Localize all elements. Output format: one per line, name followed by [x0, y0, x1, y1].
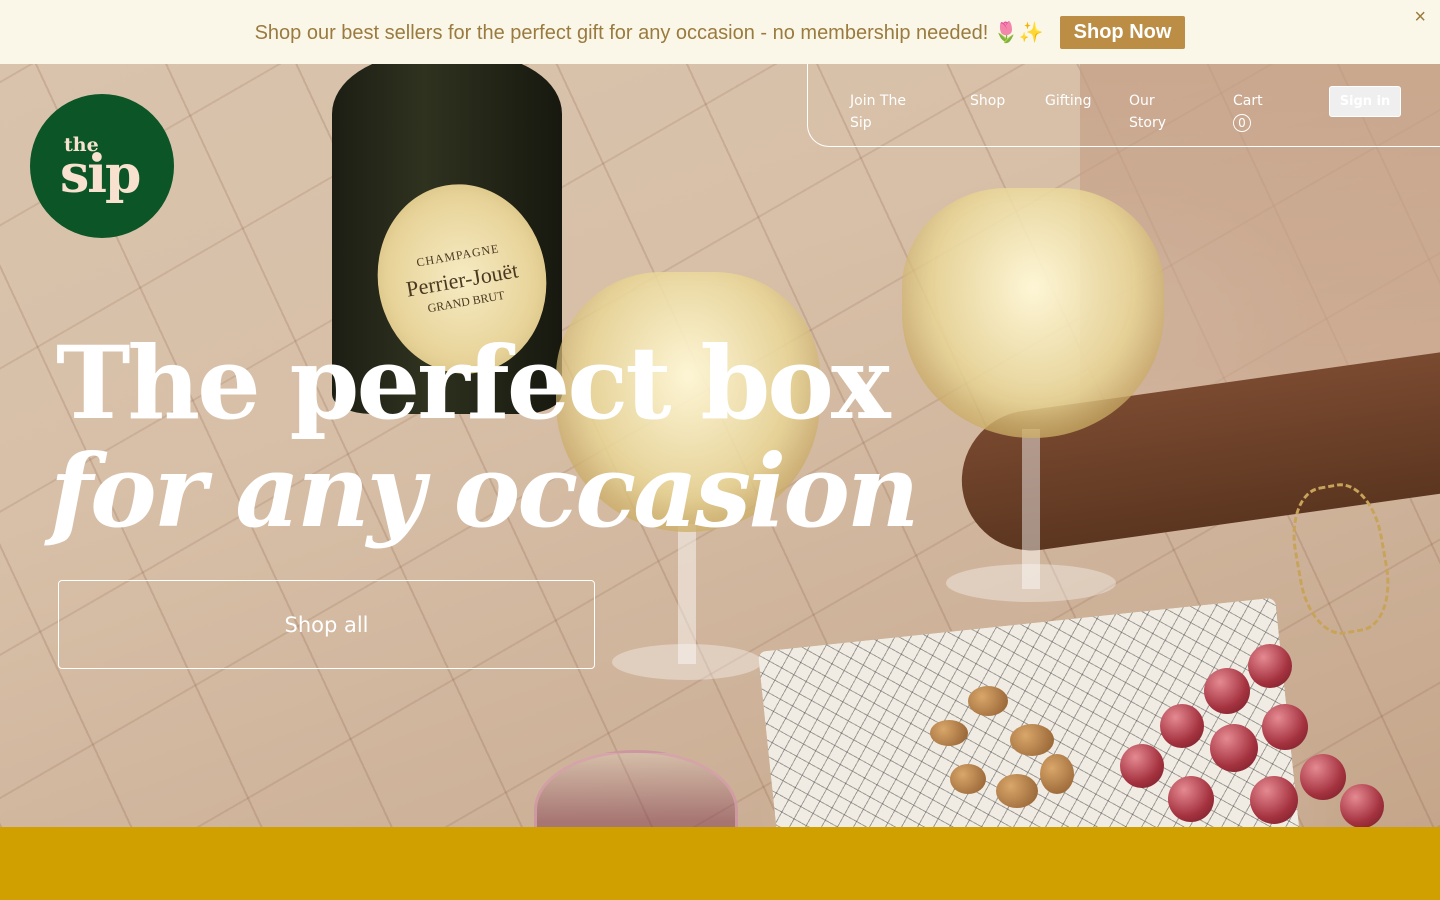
nav-gifting[interactable]: Gifting [1045, 90, 1092, 112]
nav-shop[interactable]: Shop [970, 90, 1005, 112]
shop-now-button[interactable]: Shop Now [1059, 15, 1186, 49]
grape [1204, 668, 1250, 714]
the-sip-logo[interactable]: the sip [30, 94, 174, 238]
hero-headline-line2: for any occasion [50, 432, 920, 550]
glass-foot [612, 644, 762, 680]
announcement-text: Shop our best sellers for the perfect gi… [254, 21, 1044, 44]
champagne-coupe [902, 188, 1164, 438]
grape [1210, 724, 1258, 772]
cart-count-badge: 0 [1233, 114, 1251, 132]
nut [950, 764, 986, 794]
grape [1120, 744, 1164, 788]
announcement-bar: Shop our best sellers for the perfect gi… [0, 0, 1440, 64]
grape [1340, 784, 1384, 827]
grape [1168, 776, 1214, 822]
nut [1040, 754, 1074, 794]
nut [968, 686, 1008, 716]
nav-cart[interactable]: Cart 0 [1233, 90, 1263, 134]
nav-our-story[interactable]: Our Story [1129, 90, 1189, 134]
nut [996, 774, 1038, 808]
grape [1262, 704, 1308, 750]
close-icon[interactable]: × [1414, 6, 1426, 29]
grape [1248, 644, 1292, 688]
hero-headline-line1: The perfect box [56, 324, 891, 442]
main-nav: Join The Sip Shop Gifting Our Story Cart… [807, 64, 1440, 147]
nut [930, 720, 968, 746]
nut [1010, 724, 1054, 756]
glass-foot [946, 564, 1116, 602]
grape [1300, 754, 1346, 800]
accent-band [0, 827, 1440, 900]
sign-in-button[interactable]: Sign in [1329, 86, 1401, 117]
grape [1160, 704, 1204, 748]
wine-glass [534, 750, 738, 827]
nav-join-the-sip[interactable]: Join The Sip [850, 90, 930, 134]
shop-all-button[interactable]: Shop all [58, 580, 595, 669]
logo-sip: sip [60, 144, 141, 205]
cart-label: Cart [1233, 93, 1263, 109]
grape [1250, 776, 1298, 824]
